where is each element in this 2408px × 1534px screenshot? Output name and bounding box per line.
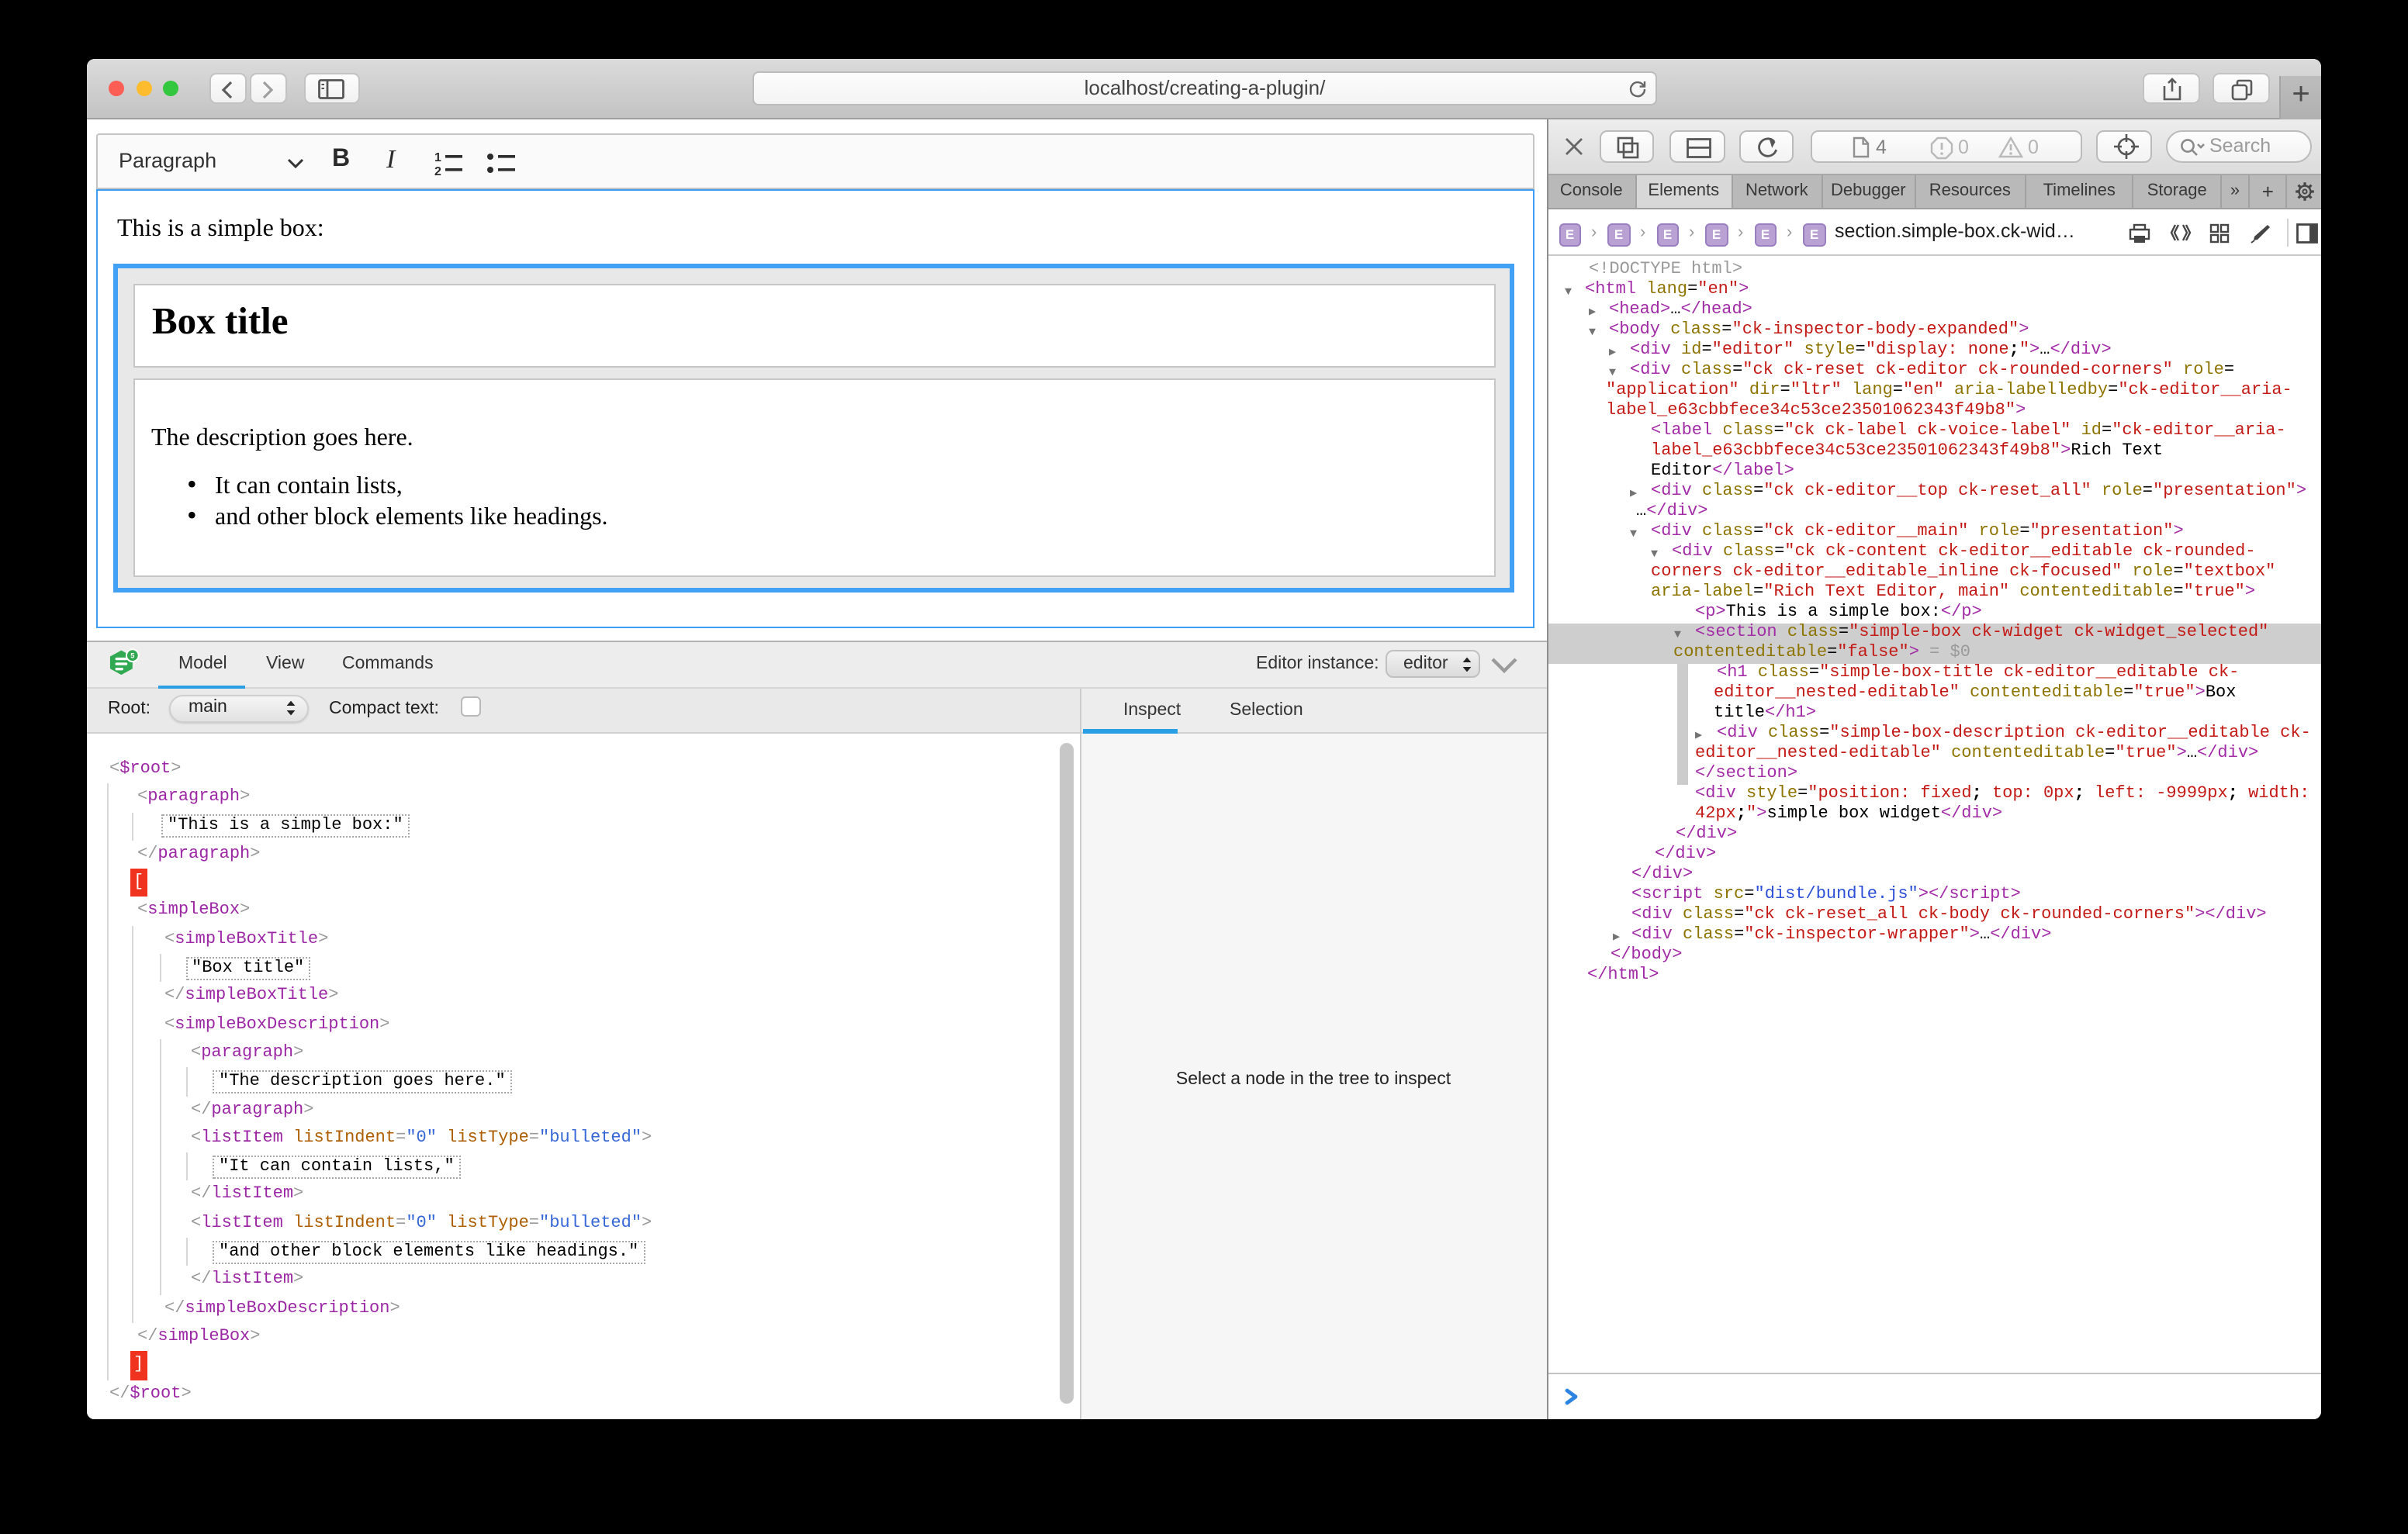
svg-text:1: 1 (434, 151, 441, 164)
svg-text:2: 2 (434, 165, 441, 175)
svg-text:5: 5 (130, 651, 134, 659)
